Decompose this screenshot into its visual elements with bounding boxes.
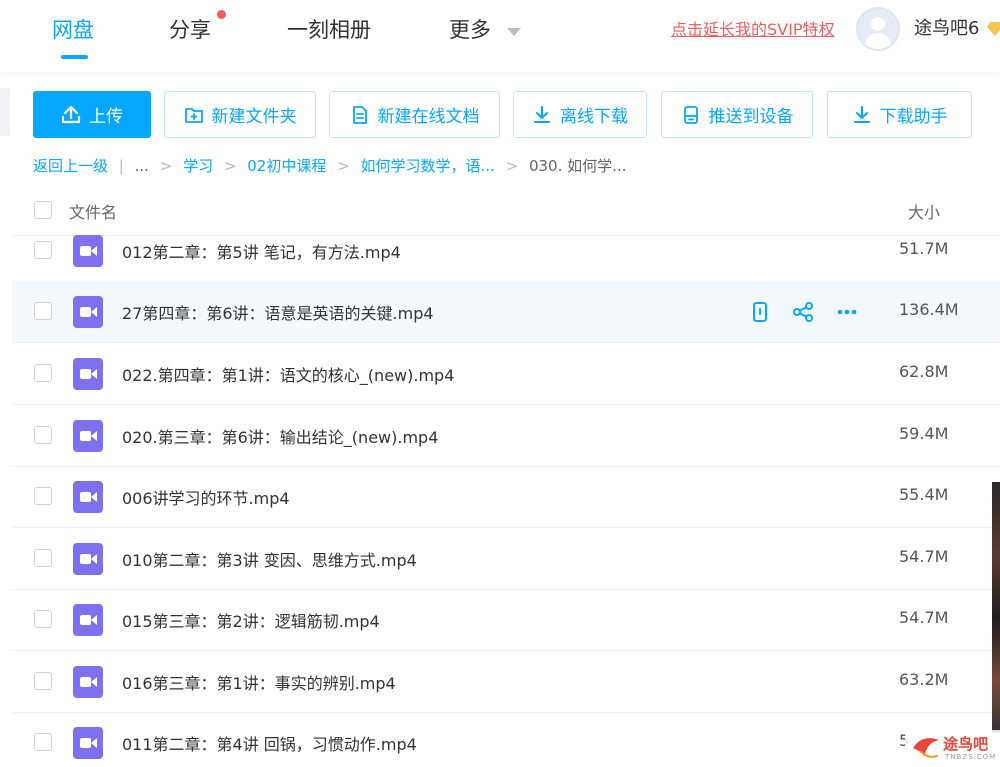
site-watermark: 途鸟吧 TNBZS.COM bbox=[905, 730, 1000, 767]
video-file-icon bbox=[73, 604, 103, 636]
video-file-icon bbox=[73, 666, 103, 698]
offline-download-button[interactable]: 离线下载 bbox=[513, 91, 647, 138]
video-file-icon bbox=[73, 543, 103, 575]
row-checkbox[interactable] bbox=[34, 733, 52, 751]
file-row[interactable]: 27第四章：第6讲：语意是英语的关键.mp4 136.4M bbox=[12, 281, 1000, 343]
row-checkbox[interactable] bbox=[34, 549, 52, 567]
video-file-icon bbox=[73, 727, 103, 759]
file-size: 136.4M bbox=[899, 300, 959, 319]
file-name[interactable]: 015第三章：第2讲：逻辑筋韧.mp4 bbox=[122, 608, 380, 632]
file-name[interactable]: 27第四章：第6讲：语意是英语的关键.mp4 bbox=[122, 300, 434, 324]
video-file-icon bbox=[73, 358, 103, 390]
sidebar-edge bbox=[0, 88, 10, 136]
username[interactable]: 途鸟吧6 bbox=[914, 16, 979, 42]
download-icon bbox=[853, 105, 870, 123]
offline-download-label: 离线下载 bbox=[560, 107, 628, 127]
top-nav: 网盘 分享 一刻相册 更多 点击延长我的SVIP特权 途鸟吧6 bbox=[0, 0, 1000, 72]
watermark-domain: TNBZS.COM bbox=[945, 753, 997, 761]
file-row[interactable]: 022.第四章：第1讲：语文的核心_(new).mp4 62.8M bbox=[12, 343, 1000, 405]
background-image-edge bbox=[992, 482, 1000, 732]
file-name[interactable]: 006讲学习的环节.mp4 bbox=[122, 485, 290, 509]
push-device-button[interactable]: 推送到设备 bbox=[661, 91, 813, 138]
file-size: 51.7M bbox=[899, 239, 949, 258]
breadcrumb-item-study[interactable]: 学习 bbox=[183, 155, 213, 177]
breadcrumb-item-middle-school[interactable]: 02初中课程 bbox=[247, 155, 326, 177]
video-file-icon bbox=[73, 235, 103, 267]
row-checkbox[interactable] bbox=[34, 426, 52, 444]
bird-logo-icon bbox=[913, 738, 939, 758]
new-doc-label: 新建在线文档 bbox=[377, 107, 480, 127]
select-all-checkbox[interactable] bbox=[34, 201, 52, 219]
row-checkbox[interactable] bbox=[34, 610, 52, 628]
chevron-down-icon[interactable] bbox=[507, 28, 521, 36]
download-helper-label: 下载助手 bbox=[879, 107, 948, 127]
upload-label: 上传 bbox=[89, 107, 123, 127]
new-folder-button[interactable]: 新建文件夹 bbox=[164, 91, 316, 138]
push-device-label: 推送到设备 bbox=[708, 107, 794, 127]
file-row[interactable]: 016第三章：第1讲：事实的辨别.mp4 63.2M bbox=[12, 651, 1000, 713]
breadcrumb-current: 030. 如何学... bbox=[528, 157, 627, 175]
nav-tab-more[interactable]: 更多 bbox=[449, 14, 491, 46]
file-size: 59.4M bbox=[899, 424, 949, 443]
nav-active-indicator bbox=[61, 55, 88, 59]
file-name[interactable]: 012第二章：第5讲 笔记，有方法.mp4 bbox=[122, 239, 401, 263]
device-icon bbox=[683, 105, 698, 124]
file-name[interactable]: 020.第三章：第6讲：输出结论_(new).mp4 bbox=[122, 424, 438, 448]
file-row[interactable]: 015第三章：第2讲：逻辑筋韧.mp4 54.7M bbox=[12, 589, 1000, 651]
share-icon[interactable] bbox=[792, 301, 814, 327]
breadcrumb-ellipsis[interactable]: ... bbox=[135, 155, 149, 177]
more-options-icon[interactable] bbox=[836, 301, 858, 327]
nav-tab-album[interactable]: 一刻相册 bbox=[287, 14, 371, 46]
folder-plus-icon bbox=[184, 107, 203, 123]
file-row[interactable]: 020.第三章：第6讲：输出结论_(new).mp4 59.4M bbox=[12, 405, 1000, 467]
video-file-icon bbox=[73, 296, 103, 328]
nav-tab-share[interactable]: 分享 bbox=[169, 14, 211, 46]
document-icon bbox=[352, 105, 367, 124]
file-name[interactable]: 011第二章：第4讲 回锅，习惯动作.mp4 bbox=[122, 731, 417, 755]
new-folder-label: 新建文件夹 bbox=[211, 107, 297, 127]
breadcrumb: 返回上一级 | ... > 学习 > 02初中课程 > 如何学习数学，语... … bbox=[33, 155, 626, 177]
watermark-text: 途鸟吧 bbox=[943, 735, 989, 753]
video-file-icon bbox=[73, 481, 103, 513]
file-name[interactable]: 022.第四章：第1讲：语文的核心_(new).mp4 bbox=[122, 362, 454, 386]
avatar[interactable] bbox=[856, 7, 900, 51]
row-checkbox[interactable] bbox=[34, 672, 52, 690]
file-row[interactable]: 011第二章：第4讲 回锅，习惯动作.mp4 5 bbox=[12, 712, 1000, 767]
file-size: 54.7M bbox=[899, 547, 949, 566]
download-helper-button[interactable]: 下载助手 bbox=[827, 91, 972, 138]
file-size: 63.2M bbox=[899, 670, 949, 689]
new-doc-button[interactable]: 新建在线文档 bbox=[329, 91, 500, 138]
video-file-icon bbox=[73, 420, 103, 452]
file-name[interactable]: 010第二章：第3讲 变因、思维方式.mp4 bbox=[122, 547, 417, 571]
breadcrumb-arrow: > bbox=[337, 157, 350, 175]
nav-tab-netdisk[interactable]: 网盘 bbox=[52, 14, 94, 46]
row-checkbox[interactable] bbox=[34, 364, 52, 382]
file-name[interactable]: 016第三章：第1讲：事实的辨别.mp4 bbox=[122, 670, 396, 694]
file-row[interactable]: 006讲学习的环节.mp4 55.4M bbox=[12, 466, 1000, 528]
notification-dot bbox=[217, 10, 226, 19]
file-row[interactable]: 012第二章：第5讲 笔记，有方法.mp4 51.7M bbox=[12, 220, 1000, 282]
vip-diamond-icon bbox=[987, 22, 1000, 36]
breadcrumb-arrow: > bbox=[159, 157, 173, 175]
breadcrumb-arrow: > bbox=[505, 157, 519, 175]
file-size: 54.7M bbox=[899, 608, 949, 627]
upload-icon bbox=[61, 105, 81, 123]
breadcrumb-arrow: > bbox=[223, 157, 237, 175]
breadcrumb-divider: | bbox=[118, 157, 124, 175]
svip-renew-link[interactable]: 点击延长我的SVIP特权 bbox=[671, 18, 834, 42]
row-checkbox[interactable] bbox=[34, 302, 52, 320]
file-size: 62.8M bbox=[899, 362, 949, 381]
back-link[interactable]: 返回上一级 bbox=[33, 155, 108, 177]
row-checkbox[interactable] bbox=[34, 241, 52, 259]
push-to-device-icon[interactable] bbox=[749, 301, 771, 327]
upload-button[interactable]: 上传 bbox=[33, 91, 151, 138]
download-icon bbox=[534, 105, 550, 123]
file-row[interactable]: 010第二章：第3讲 变因、思维方式.mp4 54.7M bbox=[12, 528, 1000, 590]
row-checkbox[interactable] bbox=[34, 487, 52, 505]
breadcrumb-item-how-to-learn[interactable]: 如何学习数学，语... bbox=[360, 155, 494, 177]
file-size: 55.4M bbox=[899, 485, 949, 504]
